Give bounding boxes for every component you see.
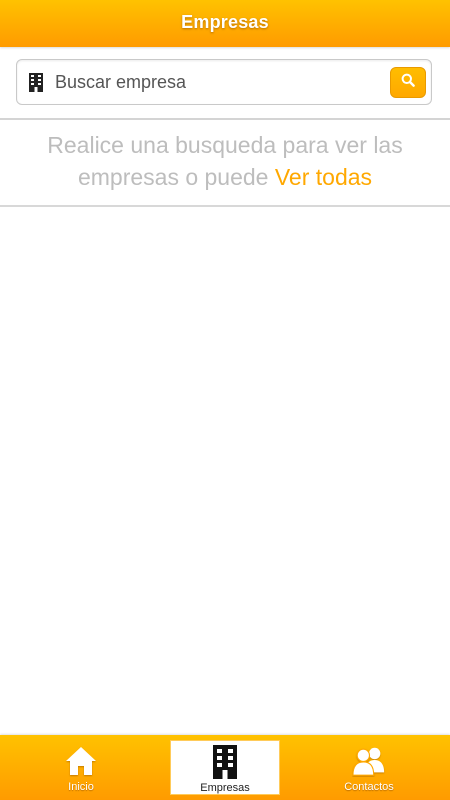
header-bar: Empresas bbox=[0, 0, 450, 47]
divider bbox=[0, 118, 450, 120]
building-icon bbox=[208, 745, 242, 779]
nav-label-contactos: Contactos bbox=[344, 781, 394, 793]
nav-item-contactos[interactable]: Contactos bbox=[314, 740, 424, 795]
view-all-link[interactable]: Ver todas bbox=[275, 164, 372, 190]
nav-item-inicio[interactable]: Inicio bbox=[26, 740, 136, 795]
search-button[interactable] bbox=[390, 67, 426, 98]
search-box bbox=[16, 59, 432, 105]
empty-state-message: Realice una busqueda para ver las empres… bbox=[20, 129, 430, 193]
nav-label-inicio: Inicio bbox=[68, 781, 94, 793]
app-screen: Empresas Real bbox=[0, 0, 450, 800]
search-input[interactable] bbox=[55, 68, 385, 96]
contacts-icon bbox=[352, 744, 386, 778]
bottom-nav: Inicio Empresas Contactos bbox=[0, 735, 450, 800]
search-icon bbox=[401, 73, 415, 92]
divider bbox=[0, 205, 450, 207]
building-icon bbox=[28, 73, 44, 92]
nav-item-empresas[interactable]: Empresas bbox=[170, 740, 280, 795]
page-title: Empresas bbox=[181, 12, 269, 32]
home-icon bbox=[64, 744, 98, 778]
nav-label-empresas: Empresas bbox=[200, 782, 250, 794]
